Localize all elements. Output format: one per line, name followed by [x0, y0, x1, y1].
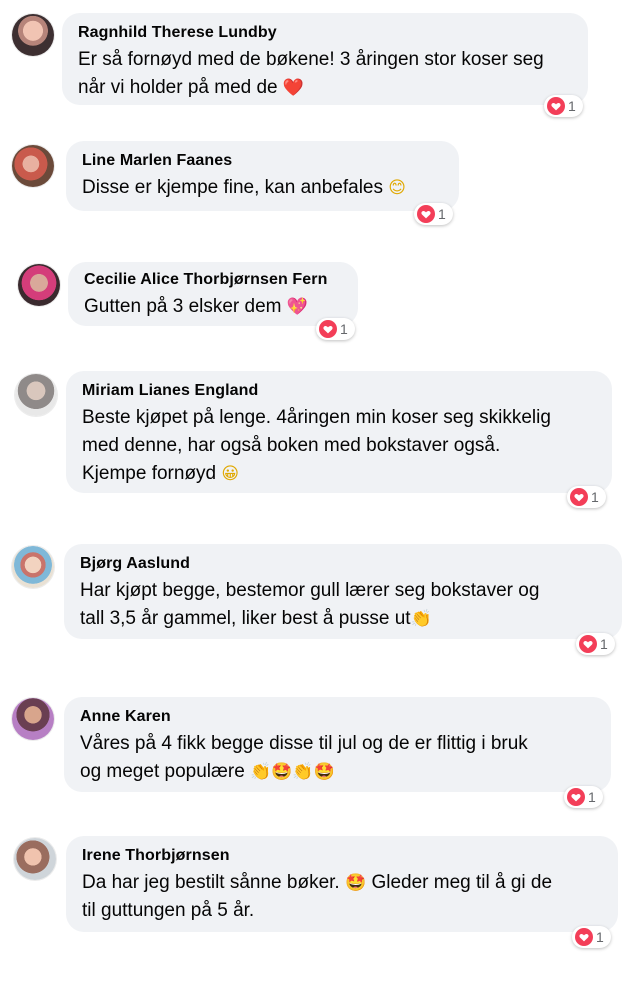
- comment-text: Våres på 4 fikk begge disse til jul og d…: [80, 730, 595, 786]
- smiling-face-emoji: 😊: [388, 178, 407, 198]
- avatar[interactable]: [18, 264, 60, 306]
- grinning-face-emoji: 😀: [221, 464, 240, 484]
- comment-text: Da har jeg bestilt sånne bøker. 🤩 Gleder…: [82, 869, 602, 925]
- clapping-hands-emoji: 👏: [250, 762, 272, 782]
- reaction-summary[interactable]: 1: [414, 203, 453, 225]
- reaction-summary[interactable]: 1: [572, 926, 611, 948]
- comment-line: med denne, har også boken med bokstaver …: [82, 435, 501, 456]
- avatar[interactable]: [12, 145, 54, 187]
- clapping-hands-emoji: 👏: [292, 762, 314, 782]
- reaction-summary[interactable]: 1: [316, 318, 355, 340]
- comment-line: Er så fornøyd med de bøkene! 3 åringen s…: [78, 49, 544, 70]
- comment-text: Har kjøpt begge, bestemor gull lærer seg…: [80, 577, 606, 633]
- comment-bubble: Miriam Lianes England Beste kjøpet på le…: [66, 371, 612, 493]
- comment-author[interactable]: Irene Thorbjørnsen: [82, 846, 602, 866]
- heart-icon: [579, 635, 597, 653]
- reaction-count: 1: [568, 98, 576, 114]
- comment-line: Kjempe fornøyd: [82, 463, 217, 484]
- star-struck-emoji: 🤩: [313, 762, 335, 782]
- avatar[interactable]: [15, 374, 57, 416]
- sparkling-heart-emoji: 💖: [286, 297, 308, 317]
- reaction-summary[interactable]: 1: [564, 786, 603, 808]
- comment-line: Beste kjøpet på lenge. 4åringen min kose…: [82, 407, 551, 428]
- heart-icon: [567, 788, 585, 806]
- comment-text: Gutten på 3 elsker dem 💖: [84, 293, 342, 321]
- comment-author[interactable]: Ragnhild Therese Lundby: [78, 23, 572, 43]
- comment-line: Gleder meg til å gi de: [371, 872, 553, 893]
- reaction-summary[interactable]: 1: [576, 633, 615, 655]
- comment-line: Disse er kjempe fine, kan anbefales: [82, 177, 383, 198]
- avatar[interactable]: [12, 546, 54, 588]
- avatar[interactable]: [12, 14, 54, 56]
- comment-text: Beste kjøpet på lenge. 4åringen min kose…: [82, 404, 596, 488]
- comment-author[interactable]: Line Marlen Faanes: [82, 151, 443, 171]
- comment-line: og meget populære: [80, 761, 245, 782]
- reaction-summary[interactable]: 1: [544, 95, 583, 117]
- comment-line: når vi holder på med de: [78, 77, 278, 98]
- comment-line: tall 3,5 år gammel, liker best å pusse u…: [80, 608, 411, 629]
- comment-text: Er så fornøyd med de bøkene! 3 åringen s…: [78, 46, 572, 102]
- comment-line: Da har jeg bestilt sånne bøker.: [82, 872, 340, 893]
- reaction-count: 1: [438, 206, 446, 222]
- comment-bubble: Line Marlen Faanes Disse er kjempe fine,…: [66, 141, 459, 211]
- reaction-count: 1: [591, 489, 599, 505]
- avatar[interactable]: [12, 698, 54, 740]
- star-struck-emoji: 🤩: [344, 873, 367, 893]
- comment-bubble: Ragnhild Therese Lundby Er så fornøyd me…: [62, 13, 588, 105]
- comment-bubble: Irene Thorbjørnsen Da har jeg bestilt så…: [66, 836, 618, 932]
- comment-author[interactable]: Miriam Lianes England: [82, 381, 596, 401]
- comment-line: Gutten på 3 elsker dem: [84, 296, 282, 317]
- avatar[interactable]: [14, 838, 56, 880]
- heart-icon: [319, 320, 337, 338]
- reaction-count: 1: [340, 321, 348, 337]
- reaction-summary[interactable]: 1: [567, 486, 606, 508]
- heart-icon: [547, 97, 565, 115]
- heart-icon: [570, 488, 588, 506]
- comment-author[interactable]: Anne Karen: [80, 707, 595, 727]
- comment-bubble: Cecilie Alice Thorbjørnsen Fern Gutten p…: [68, 262, 358, 326]
- clapping-hands-emoji: 👏: [410, 609, 432, 629]
- comment-bubble: Anne Karen Våres på 4 fikk begge disse t…: [64, 697, 611, 792]
- reaction-count: 1: [596, 929, 604, 945]
- star-struck-emoji: 🤩: [271, 762, 293, 782]
- comment-author[interactable]: Cecilie Alice Thorbjørnsen Fern: [84, 270, 342, 290]
- reaction-count: 1: [600, 636, 608, 652]
- comment-author[interactable]: Bjørg Aaslund: [80, 554, 606, 574]
- heart-icon: [575, 928, 593, 946]
- comment-line: til guttungen på 5 år.: [82, 900, 255, 921]
- comment-text: Disse er kjempe fine, kan anbefales 😊: [82, 174, 443, 202]
- heart-icon: [417, 205, 435, 223]
- reaction-count: 1: [588, 789, 596, 805]
- red-heart-emoji: ❤️: [282, 78, 305, 98]
- comment-line: Våres på 4 fikk begge disse til jul og d…: [80, 733, 528, 754]
- comment-bubble: Bjørg Aaslund Har kjøpt begge, bestemor …: [64, 544, 622, 639]
- comment-line: Har kjøpt begge, bestemor gull lærer seg…: [80, 580, 540, 601]
